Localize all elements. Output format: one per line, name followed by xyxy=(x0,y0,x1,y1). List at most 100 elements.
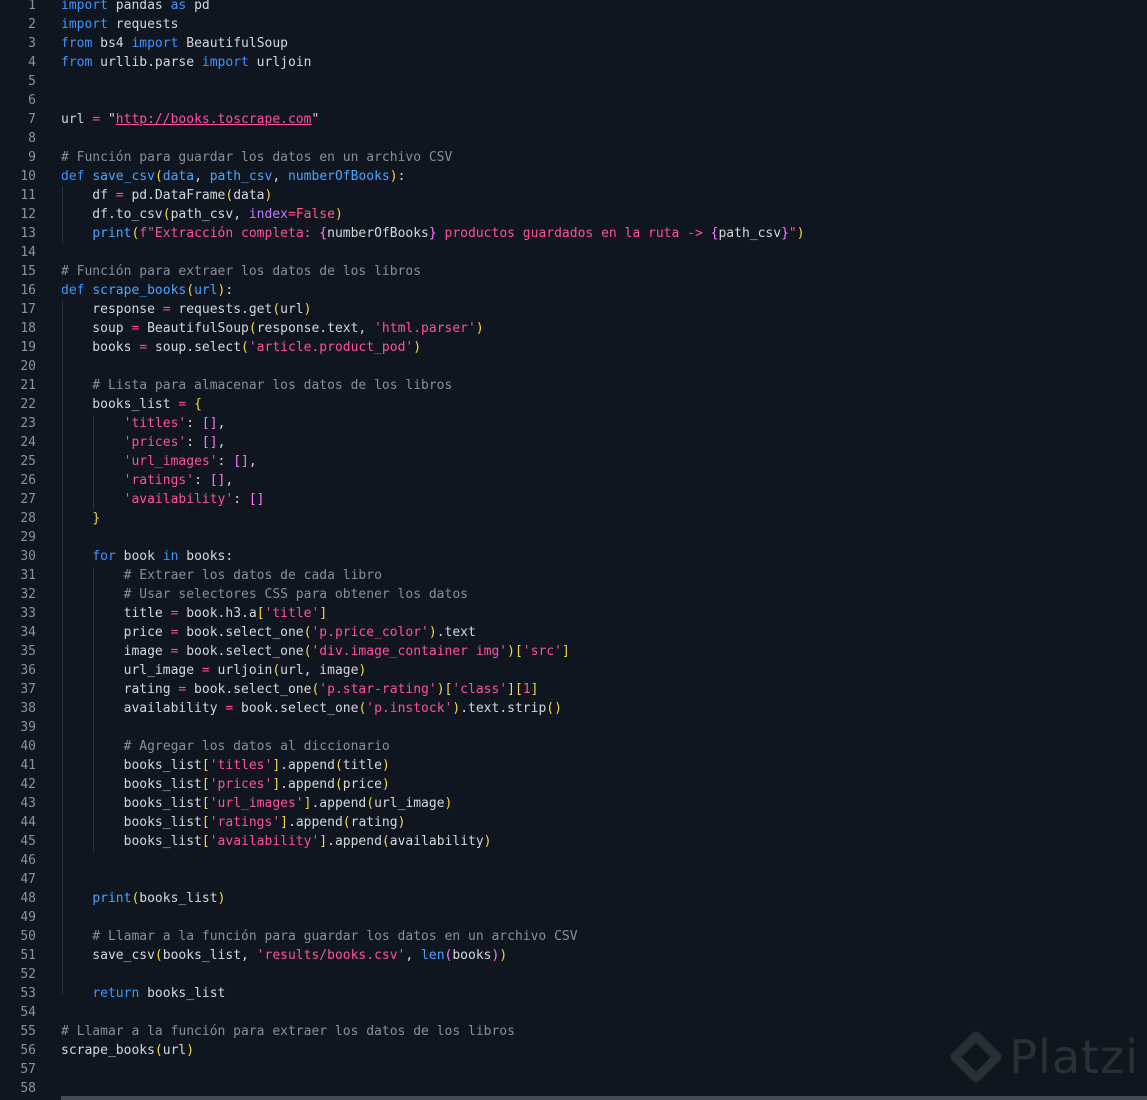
code-line[interactable]: 18 soup = BeautifulSoup(response.text, '… xyxy=(0,319,1147,338)
code-line[interactable]: 7 url = "http://books.toscrape.com" xyxy=(0,110,1147,129)
code-line[interactable]: 54 xyxy=(0,1003,1147,1022)
code-line[interactable]: 46 xyxy=(0,851,1147,870)
code-line[interactable]: 22 books_list = { xyxy=(0,395,1147,414)
code-line[interactable]: 6 xyxy=(0,91,1147,110)
code-line[interactable]: 21 # Lista para almacenar los datos de l… xyxy=(0,376,1147,395)
code-token: [ xyxy=(256,606,265,621)
code-token: ] xyxy=(319,834,328,849)
horizontal-scrollbar[interactable] xyxy=(61,1096,1147,1100)
line-text: url = "http://books.toscrape.com" xyxy=(61,110,319,129)
code-line[interactable]: 26 'ratings': [], xyxy=(0,471,1147,490)
code-line[interactable]: 35 image = book.select_one('div.image_co… xyxy=(0,642,1147,661)
line-number: 34 xyxy=(20,625,36,640)
code-line[interactable]: 20 xyxy=(0,357,1147,376)
line-number: 43 xyxy=(20,796,36,811)
code-line[interactable]: 55 # Llamar a la función para extraer los… xyxy=(0,1022,1147,1041)
code-line[interactable]: 3 from bs4 import BeautifulSoup xyxy=(0,34,1147,53)
line-text: 'ratings': [], xyxy=(61,471,234,490)
line-number: 2 xyxy=(28,17,36,32)
code-line[interactable]: 19 books = soup.select('article.product_… xyxy=(0,338,1147,357)
code-line[interactable]: 51 save_csv(books_list, 'results/books.c… xyxy=(0,946,1147,965)
code-line[interactable]: 32 # Usar selectores CSS para obtener lo… xyxy=(0,585,1147,604)
code-line[interactable]: 29 xyxy=(0,528,1147,547)
code-line[interactable]: 4 from urllib.parse import urljoin xyxy=(0,53,1147,72)
code-line[interactable]: 37 rating = book.select_one('p.star-rati… xyxy=(0,680,1147,699)
line-text: books_list = { xyxy=(61,395,202,414)
code-line[interactable]: 34 price = book.select_one('p.price_colo… xyxy=(0,623,1147,642)
code-line[interactable]: 12 df.to_csv(path_csv, index=False) xyxy=(0,205,1147,224)
code-editor[interactable]: 1 import pandas as pd 2 import requests 3 fro… xyxy=(0,0,1147,1100)
code-line[interactable]: 40 # Agregar los datos al diccionario xyxy=(0,737,1147,756)
code-line[interactable]: 48 print(books_list) xyxy=(0,889,1147,908)
code-line[interactable]: 16 def scrape_books(url): xyxy=(0,281,1147,300)
code-line[interactable]: 50 # Llamar a la función para guardar lo… xyxy=(0,927,1147,946)
code-token: urljoin xyxy=(209,663,273,678)
code-token: : xyxy=(233,492,249,507)
line-text: # Extraer los datos de cada libro xyxy=(61,566,382,585)
code-line[interactable]: 2 import requests xyxy=(0,15,1147,34)
code-line[interactable]: 44 books_list['ratings'].append(rating) xyxy=(0,813,1147,832)
code-line[interactable]: 39 xyxy=(0,718,1147,737)
code-token: 'prices' xyxy=(123,435,187,450)
code-token: 'src' xyxy=(522,644,562,659)
code-token: print xyxy=(92,226,132,241)
line-number: 24 xyxy=(20,435,36,450)
line-text: import requests xyxy=(61,15,178,34)
code-line[interactable]: 56 scrape_books(url) xyxy=(0,1041,1147,1060)
line-number: 32 xyxy=(20,587,36,602)
code-line[interactable]: 15 # Función para extraer los datos de lo… xyxy=(0,262,1147,281)
line-text: # Agregar los datos al diccionario xyxy=(61,737,390,756)
code-token: , xyxy=(217,435,226,450)
code-line[interactable]: 42 books_list['prices'].append(price) xyxy=(0,775,1147,794)
code-line[interactable]: 49 xyxy=(0,908,1147,927)
code-token: # Llamar a la función para guardar los d… xyxy=(61,929,578,944)
code-token: 'p.star-rating' xyxy=(319,682,437,697)
code-token: # Usar selectores CSS para obtener los d… xyxy=(61,587,468,602)
code-line[interactable]: 31 # Extraer los datos de cada libro xyxy=(0,566,1147,585)
code-line[interactable]: 1 import pandas as pd xyxy=(0,0,1147,15)
code-token: pd.DataFrame xyxy=(123,188,226,203)
code-area[interactable]: 1 import pandas as pd 2 import requests 3 fro… xyxy=(0,0,1147,1098)
code-token: ) xyxy=(381,777,390,792)
code-line[interactable]: 53 return books_list xyxy=(0,984,1147,1003)
line-text: df = pd.DataFrame(data) xyxy=(61,186,272,205)
code-line[interactable]: 24 'prices': [], xyxy=(0,433,1147,452)
line-number: 44 xyxy=(20,815,36,830)
code-token: , xyxy=(272,169,289,184)
code-token: ) xyxy=(444,796,453,811)
code-token: url xyxy=(162,1043,187,1058)
code-token: # Función para guardar los datos en un a… xyxy=(61,150,453,165)
code-token: ) xyxy=(428,625,437,640)
code-line[interactable]: 41 books_list['titles'].append(title) xyxy=(0,756,1147,775)
code-token: url xyxy=(61,112,93,127)
code-line[interactable]: 43 books_list['url_images'].append(url_i… xyxy=(0,794,1147,813)
code-line[interactable]: 36 url_image = urljoin(url, image) xyxy=(0,661,1147,680)
code-token: as xyxy=(170,0,187,13)
code-token: df xyxy=(61,188,116,203)
line-text: price = book.select_one('p.price_color')… xyxy=(61,623,476,642)
code-line[interactable]: 28 } xyxy=(0,509,1147,528)
code-line[interactable]: 57 xyxy=(0,1060,1147,1079)
code-line[interactable]: 14 xyxy=(0,243,1147,262)
code-line[interactable]: 47 xyxy=(0,870,1147,889)
code-line[interactable]: 23 'titles': [], xyxy=(0,414,1147,433)
code-line[interactable]: 25 'url_images': [], xyxy=(0,452,1147,471)
code-line[interactable]: 33 title = book.h3.a['title'] xyxy=(0,604,1147,623)
code-line[interactable]: 9 # Función para guardar los datos en un … xyxy=(0,148,1147,167)
code-line[interactable]: 17 response = requests.get(url) xyxy=(0,300,1147,319)
code-line[interactable]: 27 'availability': [] xyxy=(0,490,1147,509)
code-line[interactable]: 38 availability = book.select_one('p.ins… xyxy=(0,699,1147,718)
code-line[interactable]: 30 for book in books: xyxy=(0,547,1147,566)
code-token: scrape_books xyxy=(61,1043,155,1058)
code-line[interactable]: 11 df = pd.DataFrame(data) xyxy=(0,186,1147,205)
code-line[interactable]: 8 xyxy=(0,129,1147,148)
code-line[interactable]: 10 def save_csv(data, path_csv, numberOfB… xyxy=(0,167,1147,186)
code-line[interactable]: 5 xyxy=(0,72,1147,91)
code-token: ( xyxy=(154,948,163,963)
code-line[interactable]: 45 books_list['availability'].append(ava… xyxy=(0,832,1147,851)
code-line[interactable]: 52 xyxy=(0,965,1147,984)
line-text: # Llamar a la función para extraer los d… xyxy=(61,1022,515,1041)
code-line[interactable]: 13 print(f"Extracción completa: {numberO… xyxy=(0,224,1147,243)
